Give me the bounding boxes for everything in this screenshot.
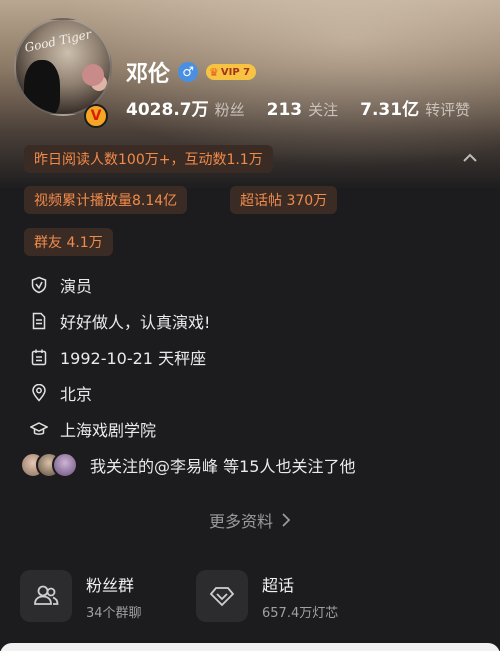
more-info-link[interactable]: 更多资料 (0, 508, 500, 532)
birthday-text: 1992-10-21 天秤座 (60, 349, 207, 368)
info-school: 上海戏剧学院 (30, 417, 156, 441)
location-text: 北京 (60, 385, 93, 404)
document-icon (32, 312, 46, 330)
bottom-sheet-edge (0, 643, 500, 651)
super-topic-text: 超话 657.4万灯芯 (262, 572, 338, 621)
stat-value: 7.31亿 (360, 100, 420, 120)
info-location: 北京 (30, 381, 92, 405)
chevron-up-icon[interactable] (462, 150, 478, 166)
info-occupation: 演员 (30, 273, 92, 297)
male-gender-icon: ♂ (178, 62, 199, 82)
graduation-cap-icon (30, 422, 48, 435)
more-info-label: 更多资料 (208, 512, 273, 531)
stat-value: 4028.7万 (126, 100, 209, 120)
profile-name: 邓伦 (126, 62, 171, 87)
occupation-text: 演员 (60, 277, 93, 296)
mutual-follows-row[interactable]: 我关注的@李易峰 等15人也关注了他 (20, 452, 355, 478)
mutual-follows-text: 我关注的@李易峰 等15人也关注了他 (90, 457, 356, 476)
users-icon (20, 570, 72, 622)
mutual-avatars (20, 452, 80, 478)
stat-reposts-comments-likes[interactable]: 7.31亿 转评赞 (360, 95, 470, 120)
fan-group-text: 粉丝群 34个群聊 (86, 572, 142, 621)
tag-yesterday-stats[interactable]: 昨日阅读人数100万+，互动数1.1万 (24, 145, 273, 173)
stat-label: 转评赞 (425, 101, 471, 119)
super-topic-subtitle: 657.4万灯芯 (262, 605, 339, 621)
avatar-flowers (82, 64, 104, 86)
stat-label: 粉丝 (214, 101, 245, 119)
chevron-right-icon (282, 513, 291, 527)
shield-check-icon (31, 276, 47, 294)
vip-badge[interactable]: ♛ VIP 7 (206, 64, 257, 80)
crown-icon: ♛ (209, 65, 219, 79)
avatar[interactable]: Good Tiger (14, 18, 112, 116)
profile-stats: 4028.7万 粉丝 213 关注 7.31亿 转评赞 (126, 95, 496, 120)
super-topic-card[interactable]: 超话 657.4万灯芯 (196, 560, 338, 632)
school-text: 上海戏剧学院 (60, 421, 157, 440)
name-row: 邓伦 ♂ ♛ VIP 7 (126, 56, 257, 88)
tag-group-friends[interactable]: 群友 4.1万 (24, 228, 113, 256)
diamond-icon (196, 570, 248, 622)
bio-text: 好好做人，认真演戏! (60, 313, 211, 332)
fan-group-subtitle: 34个群聊 (86, 605, 142, 621)
info-bio: 好好做人，认真演戏! (30, 309, 210, 333)
avatar-signature: Good Tiger (23, 27, 93, 55)
calendar-icon (31, 349, 47, 366)
avatar-cat-silhouette (24, 60, 60, 114)
stat-following[interactable]: 213 关注 (267, 99, 339, 120)
tag-super-topic-posts[interactable]: 超话帖 370万 (230, 186, 338, 214)
tag-video-plays[interactable]: 视频累计播放量8.14亿 (24, 186, 188, 214)
stat-value: 213 (266, 100, 303, 120)
vip-label: VIP 7 (220, 66, 251, 78)
location-pin-icon (32, 384, 46, 402)
super-topic-title: 超话 (262, 575, 295, 595)
fan-group-card[interactable]: 粉丝群 34个群聊 (20, 560, 142, 632)
stat-label: 关注 (308, 101, 339, 119)
stat-followers[interactable]: 4028.7万 粉丝 (126, 95, 245, 120)
verified-badge-icon: V (84, 104, 108, 128)
fan-group-title: 粉丝群 (86, 575, 135, 595)
avatar (52, 452, 78, 478)
info-birthday: 1992-10-21 天秤座 (30, 345, 206, 369)
